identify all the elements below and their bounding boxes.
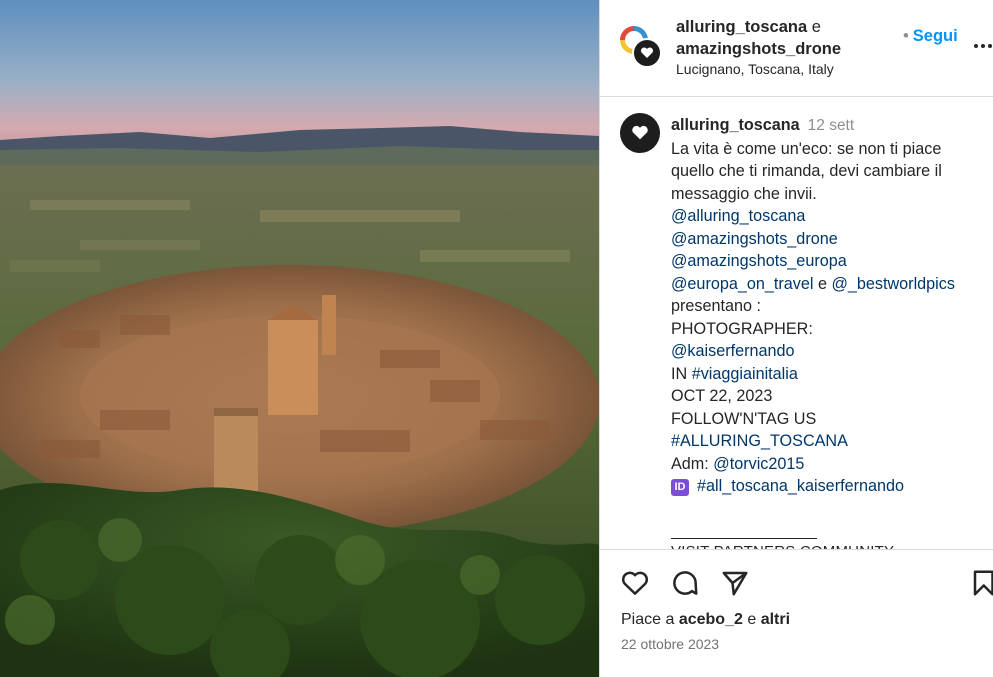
mention-link[interactable]: @amazingshots_europa xyxy=(671,252,847,270)
post-view: alluring_toscana e amazingshots_drone Lu… xyxy=(0,0,993,677)
adm-prefix: Adm: xyxy=(671,454,709,473)
mention-link[interactable]: @_bestworldpics xyxy=(831,275,955,293)
post-location[interactable]: Lucignano, Toscana, Italy xyxy=(676,61,834,77)
hashtag-link[interactable]: #viaggiainitalia xyxy=(692,365,798,383)
mention-link[interactable]: @amazingshots_drone xyxy=(671,230,838,248)
author-conjunction: e xyxy=(811,18,821,36)
avatar[interactable] xyxy=(620,113,660,153)
photographer-link[interactable]: @kaiserfernando xyxy=(671,342,795,360)
more-icon[interactable] xyxy=(973,36,993,56)
heart-logo-icon xyxy=(632,125,648,140)
caption-area: alluring_toscana 12 sett La vita è come u… xyxy=(600,97,993,549)
caption-quote: La vita è come un'eco: se non ti piace q… xyxy=(671,139,942,203)
separator-dot: • xyxy=(903,27,909,45)
follow-button[interactable]: • Segui xyxy=(903,27,958,46)
heart-logo-icon xyxy=(640,47,654,58)
heart-icon[interactable] xyxy=(620,568,650,598)
share-icon[interactable] xyxy=(720,568,750,598)
and-word: e xyxy=(817,274,827,293)
post-date[interactable]: 22 ottobre 2023 xyxy=(621,636,719,652)
id-emoji-icon: ID xyxy=(671,479,689,496)
action-bar: Piace a acebo_2 e altri 22 ottobre 2023 xyxy=(600,549,993,677)
post-header: alluring_toscana e amazingshots_drone Lu… xyxy=(600,0,993,97)
caption-username[interactable]: alluring_toscana xyxy=(671,116,800,134)
aerial-village-image xyxy=(0,0,599,677)
comment-icon[interactable] xyxy=(670,568,700,598)
follow-label: Segui xyxy=(912,27,958,45)
coauthor-username[interactable]: amazingshots_drone xyxy=(676,40,841,58)
follow-tag-text: FOLLOW'N'TAG US xyxy=(671,409,817,428)
date-line: OCT 22, 2023 xyxy=(671,387,773,405)
admin-link[interactable]: @torvic2015 xyxy=(713,455,804,473)
likes-others-link[interactable]: altri xyxy=(761,611,790,628)
mention-link[interactable]: @alluring_toscana xyxy=(671,207,805,225)
likes-mid: e xyxy=(747,611,757,628)
hashtag-link[interactable]: #ALLURING_TOSCANA xyxy=(671,432,848,450)
hashtag-link[interactable]: #all_toscana_kaiserfernando xyxy=(697,477,904,495)
collab-avatars[interactable] xyxy=(620,26,664,70)
bookmark-icon[interactable] xyxy=(971,568,993,598)
avatar[interactable] xyxy=(632,38,662,68)
photographer-label: PHOTOGRAPHER: xyxy=(671,319,813,338)
caption-time[interactable]: 12 sett xyxy=(808,117,855,134)
post-authors: alluring_toscana e amazingshots_drone xyxy=(676,16,841,60)
divider-line xyxy=(671,537,817,539)
likes-prefix: Piace a xyxy=(621,611,675,628)
partners-text: VISIT PARTNERS COMMUNITY xyxy=(671,541,981,550)
author-username[interactable]: alluring_toscana xyxy=(676,18,807,36)
mention-link[interactable]: @europa_on_travel xyxy=(671,275,813,293)
likes-summary: Piace a acebo_2 e altri xyxy=(621,611,790,629)
presentano-text: presentano : xyxy=(671,297,761,315)
post-sidebar: alluring_toscana e amazingshots_drone Lu… xyxy=(599,0,993,677)
post-photo[interactable] xyxy=(0,0,599,677)
caption-text: alluring_toscana 12 sett La vita è come u… xyxy=(671,114,981,549)
in-prefix: IN xyxy=(671,364,688,383)
likes-user-link[interactable]: acebo_2 xyxy=(679,611,743,628)
